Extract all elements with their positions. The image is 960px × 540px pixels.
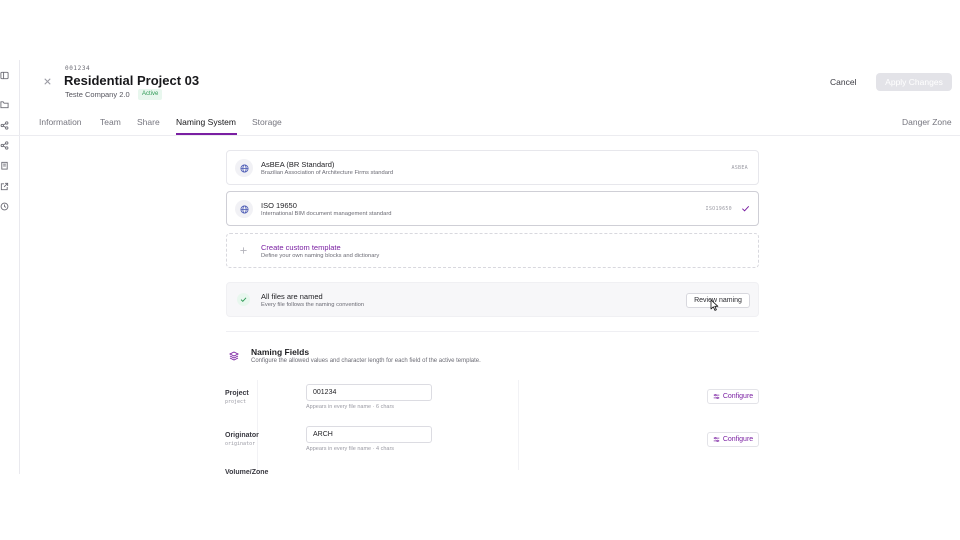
column-divider: [257, 380, 258, 470]
tab-share[interactable]: Share: [137, 117, 160, 127]
configure-project-button[interactable]: Configure: [707, 389, 759, 404]
field-label-project: Project: [225, 390, 249, 397]
create-custom-template-card[interactable]: Create custom template Define your own n…: [226, 233, 759, 268]
configure-label: Configure: [722, 436, 754, 443]
field-key-project: project: [225, 399, 247, 405]
custom-template-description: Define your own naming blocks and dictio…: [261, 253, 380, 259]
sidebar-toggle-icon[interactable]: [0, 71, 9, 80]
template-title: ISO 19650: [261, 201, 297, 210]
tab-danger-zone[interactable]: Danger Zone: [902, 117, 952, 127]
tab-team[interactable]: Team: [100, 117, 121, 127]
template-description: Brazilian Association of Architecture Fi…: [261, 170, 394, 176]
success-check-icon: [237, 293, 250, 306]
check-icon: [741, 204, 750, 213]
active-tab-indicator: [176, 133, 237, 135]
field-key-originator: originator: [225, 441, 256, 447]
cancel-button[interactable]: Cancel: [830, 75, 856, 89]
naming-fields-description: Configure the allowed values and charact…: [251, 358, 481, 364]
viewport-bottom: [20, 474, 960, 540]
section-divider: [226, 331, 759, 332]
page-title: Residential Project 03: [64, 73, 200, 88]
naming-fields-title: Naming Fields: [251, 347, 310, 357]
template-code: ASBEA: [731, 165, 748, 171]
template-description: International BIM document management st…: [261, 211, 392, 217]
tab-information[interactable]: Information: [39, 117, 82, 127]
globe-icon: [235, 159, 253, 177]
mouse-cursor-icon: [710, 299, 719, 311]
building-icon[interactable]: [0, 161, 9, 170]
originator-field-input[interactable]: [306, 426, 432, 443]
apply-changes-button[interactable]: Apply Changes: [876, 73, 952, 91]
column-divider: [518, 380, 519, 470]
template-card-asbea[interactable]: AsBEA (BR Standard) Brazilian Associatio…: [226, 150, 759, 185]
project-field-input[interactable]: [306, 384, 432, 401]
template-code: ISO19650: [705, 206, 732, 212]
custom-template-title: Create custom template: [261, 243, 341, 252]
project-code: 001234: [65, 65, 91, 72]
status-badge: Active: [138, 89, 163, 100]
globe-icon: [235, 200, 253, 218]
close-icon[interactable]: [42, 76, 53, 87]
sliders-icon: [713, 393, 720, 400]
template-card-iso19650[interactable]: ISO 19650 International BIM document man…: [226, 191, 759, 226]
field-hint-originator: Appears in every file name · 4 chars: [306, 446, 395, 452]
sliders-icon: [713, 436, 720, 443]
naming-status-title: All files are named: [261, 292, 323, 301]
field-hint-project: Appears in every file name · 6 chars: [306, 404, 395, 410]
tab-naming-system[interactable]: Naming System: [176, 117, 236, 127]
plus-icon: [239, 246, 248, 255]
tab-bar: Information Team Share Naming System Sto…: [0, 112, 960, 136]
configure-originator-button[interactable]: Configure: [707, 432, 759, 447]
company-name: Teste Company 2.0: [65, 90, 130, 99]
external-link-icon[interactable]: [0, 182, 9, 191]
network-icon[interactable]: [0, 141, 9, 150]
naming-status-description: Every file follows the naming convention: [261, 302, 365, 308]
tab-storage[interactable]: Storage: [252, 117, 282, 127]
configure-label: Configure: [722, 393, 754, 400]
naming-status-card: All files are named Every file follows t…: [226, 282, 759, 317]
history-icon[interactable]: [0, 202, 9, 211]
field-label-originator: Originator: [225, 432, 259, 439]
folder-icon[interactable]: [0, 100, 9, 109]
template-title: AsBEA (BR Standard): [261, 160, 335, 169]
layers-icon: [229, 351, 239, 361]
